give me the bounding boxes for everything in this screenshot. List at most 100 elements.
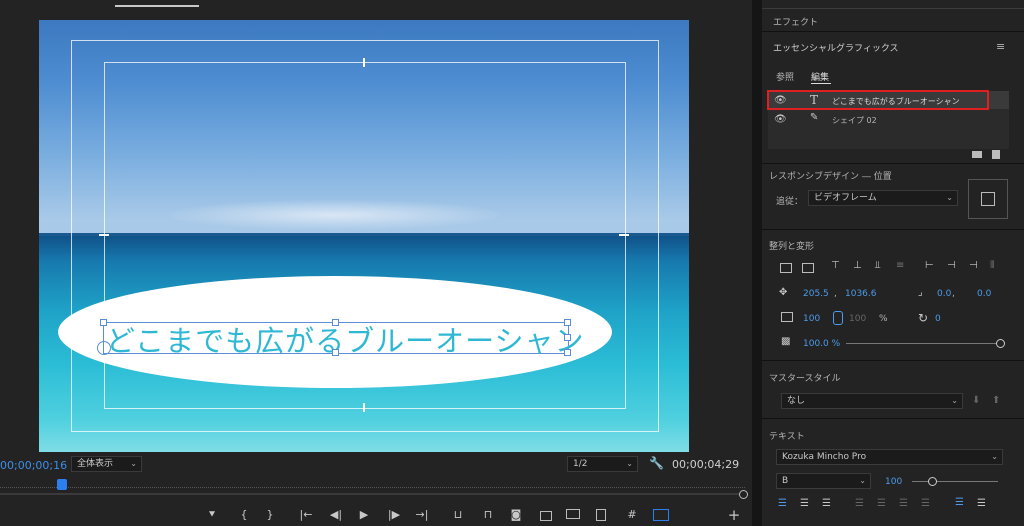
- chevron-down-icon: ⌄: [946, 193, 953, 202]
- export-frame-icon[interactable]: ◙: [508, 508, 524, 521]
- effects-tab[interactable]: エフェクト: [773, 15, 818, 28]
- scale-width-value[interactable]: 100: [803, 314, 820, 324]
- rotation-value[interactable]: 0: [935, 314, 941, 324]
- justify-last-center-icon[interactable]: ☰: [877, 498, 886, 509]
- position-y-value[interactable]: 1036.6: [845, 289, 877, 299]
- font-size-value[interactable]: 100: [885, 477, 902, 487]
- font-family-select[interactable]: Kozuka Mincho Pro ⌄: [776, 449, 1003, 465]
- playback-resolution-select[interactable]: 1/2 ⌄: [567, 456, 638, 472]
- handle-bottom-right[interactable]: [564, 349, 571, 356]
- pin-edges-widget[interactable]: [968, 179, 1008, 219]
- panel-menu-icon[interactable]: ≡: [996, 40, 1005, 53]
- center-mark-bottom: [363, 403, 365, 412]
- eye-icon[interactable]: 👁: [774, 114, 787, 125]
- mark-in-icon[interactable]: {: [236, 508, 252, 521]
- font-size-slider-track[interactable]: [912, 481, 998, 482]
- add-button-icon[interactable]: +: [726, 506, 742, 524]
- chevron-down-icon: ⌄: [130, 459, 137, 468]
- wrench-icon[interactable]: 🔧: [649, 456, 664, 470]
- justify-all-icon[interactable]: ☰: [921, 498, 930, 509]
- layer-name-shape[interactable]: シェイプ 02: [832, 115, 877, 126]
- tab-browse[interactable]: 参照: [776, 70, 794, 83]
- align-text-left-icon[interactable]: ☰: [778, 498, 787, 509]
- push-to-style-icon[interactable]: ⬇: [972, 395, 980, 406]
- selection-highlight-box: [767, 90, 989, 110]
- top-align-text-icon[interactable]: ☰: [955, 497, 964, 508]
- extract-icon[interactable]: ⊓: [480, 508, 496, 521]
- step-back-icon[interactable]: ◀|: [328, 508, 344, 521]
- active-tab-indicator: [115, 5, 199, 7]
- play-icon[interactable]: ▶: [356, 508, 372, 521]
- handle-top-center[interactable]: [332, 319, 339, 326]
- font-family-value: Kozuka Mincho Pro: [782, 452, 867, 462]
- safe-margins-icon[interactable]: [596, 509, 606, 521]
- comparison-view-icon[interactable]: [566, 509, 580, 519]
- scale-height-value[interactable]: 100: [849, 314, 866, 324]
- playhead[interactable]: [57, 479, 67, 490]
- tab-edit[interactable]: 編集: [811, 70, 829, 83]
- handle-middle-right[interactable]: [564, 334, 571, 341]
- panel-separator: [762, 360, 1024, 361]
- pin-center-box[interactable]: [981, 192, 995, 206]
- master-style-select[interactable]: なし ⌄: [781, 393, 963, 409]
- time-ruler[interactable]: [0, 483, 745, 488]
- opacity-slider-track[interactable]: [846, 343, 998, 344]
- link-icon[interactable]: [833, 311, 843, 325]
- handle-bottom-center[interactable]: [332, 349, 339, 356]
- center-mark-top: [363, 58, 365, 67]
- font-size-slider-knob[interactable]: [928, 477, 937, 486]
- align-top-icon[interactable]: ⊤: [831, 260, 840, 271]
- rotation-icon: ↻: [918, 311, 929, 325]
- center-mark-right: [619, 234, 629, 236]
- align-vertical-center-icon[interactable]: [780, 263, 792, 273]
- grid-icon[interactable]: #: [624, 508, 640, 521]
- align-right-icon[interactable]: ⊣: [969, 260, 978, 271]
- new-group-folder-icon[interactable]: [972, 151, 982, 158]
- pull-from-style-icon[interactable]: ⬆: [992, 395, 1000, 406]
- anchor-x-value[interactable]: 0.0: [937, 289, 951, 299]
- justify-last-left-icon[interactable]: ☰: [855, 498, 864, 509]
- add-marker-icon[interactable]: ⯆: [204, 508, 220, 522]
- opacity-slider-knob[interactable]: [996, 339, 1005, 348]
- align-horizontal-center-icon[interactable]: [802, 263, 814, 273]
- anchor-y-value[interactable]: 0.0: [977, 289, 991, 299]
- align-bottom-icon[interactable]: ⫫: [875, 260, 881, 271]
- panel-divider[interactable]: [752, 0, 762, 526]
- closed-captions-icon[interactable]: [540, 511, 552, 521]
- pin-to-select[interactable]: ビデオフレーム ⌄: [808, 190, 958, 206]
- zoom-scrollbar[interactable]: [0, 493, 745, 495]
- handle-top-left[interactable]: [100, 319, 107, 326]
- new-layer-icon[interactable]: [992, 150, 1000, 159]
- position-x-value[interactable]: 205.5: [803, 289, 829, 299]
- handle-top-right[interactable]: [564, 319, 571, 326]
- duration-timecode: 00;00;04;29: [672, 458, 740, 471]
- toggle-proxies-icon[interactable]: [653, 509, 669, 521]
- scale-icon: [781, 312, 793, 322]
- responsive-design-title: レスポンシブデザイン ― 位置: [769, 172, 892, 182]
- align-text-right-icon[interactable]: ☰: [822, 498, 831, 509]
- pin-to-label: 追従：: [776, 197, 804, 207]
- center-align-text-icon[interactable]: ☰: [977, 498, 986, 509]
- opacity-value[interactable]: 100.0 %: [803, 339, 840, 349]
- justify-last-right-icon[interactable]: ☰: [899, 498, 908, 509]
- distribute-vertical-icon[interactable]: ≡: [896, 260, 904, 271]
- center-text-icon[interactable]: ☰: [800, 498, 809, 509]
- font-style-select[interactable]: B ⌄: [776, 473, 871, 489]
- anchor-point-icon[interactable]: [97, 341, 111, 355]
- align-center-icon[interactable]: ⊣: [947, 260, 956, 271]
- anchor-point-icon: ⌟: [918, 287, 923, 298]
- distribute-horizontal-icon[interactable]: ⦀: [990, 260, 994, 271]
- current-timecode[interactable]: 00;00;00;16: [0, 459, 67, 472]
- go-to-out-icon[interactable]: →|: [414, 508, 430, 521]
- align-transform-title: 整列と変形: [769, 242, 815, 252]
- zoom-level-select[interactable]: 全体表示 ⌄: [71, 456, 142, 472]
- title-text[interactable]: どこまでも広がるブルーオーシャン: [106, 318, 585, 360]
- align-left-icon[interactable]: ⊢: [925, 260, 934, 271]
- go-to-in-icon[interactable]: |←: [298, 508, 314, 521]
- lift-icon[interactable]: ⊔: [450, 508, 466, 521]
- step-forward-icon[interactable]: |▶: [386, 508, 402, 521]
- align-middle-icon[interactable]: ⊥: [853, 260, 862, 271]
- mark-out-icon[interactable]: }: [262, 508, 278, 521]
- position-separator: ,: [834, 289, 837, 299]
- scrollbar-handle[interactable]: [739, 490, 748, 499]
